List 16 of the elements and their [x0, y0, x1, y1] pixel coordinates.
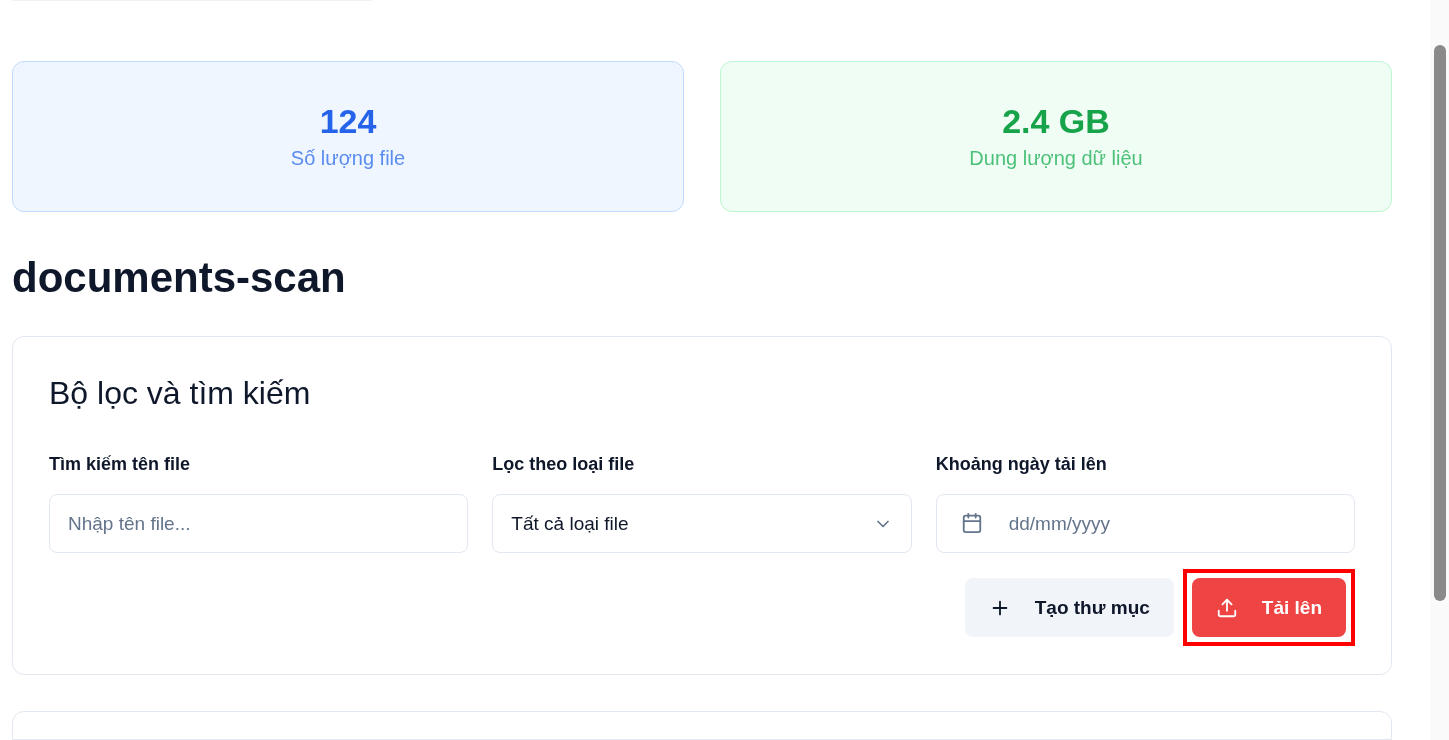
field-label: Khoảng ngày tải lên [935, 453, 1108, 477]
upload-button[interactable]: Tải lên [1191, 578, 1346, 638]
upload-icon [1215, 596, 1238, 619]
file-type-select[interactable]: Tất cả loại file [492, 494, 912, 554]
stat-value: 2.4 GB [1002, 101, 1110, 143]
date-field[interactable]: dd/mm/yyyy [935, 494, 1355, 554]
panel-title: Bộ lọc và tìm kiếm [49, 374, 312, 414]
field-label: Tìm kiếm tên file [49, 453, 192, 477]
folder-title: documents-scan [12, 252, 347, 303]
search-field[interactable]: Nhập tên file... [49, 494, 469, 554]
calendar-icon [960, 512, 983, 535]
stat-label: Số lượng file [290, 145, 406, 171]
create-folder-button[interactable]: Tạo thư mục [964, 578, 1174, 638]
stat-label: Dung lượng dữ liệu [969, 145, 1143, 171]
stat-value: 124 [319, 101, 377, 143]
field-label: Lọc theo loại file [492, 453, 636, 477]
